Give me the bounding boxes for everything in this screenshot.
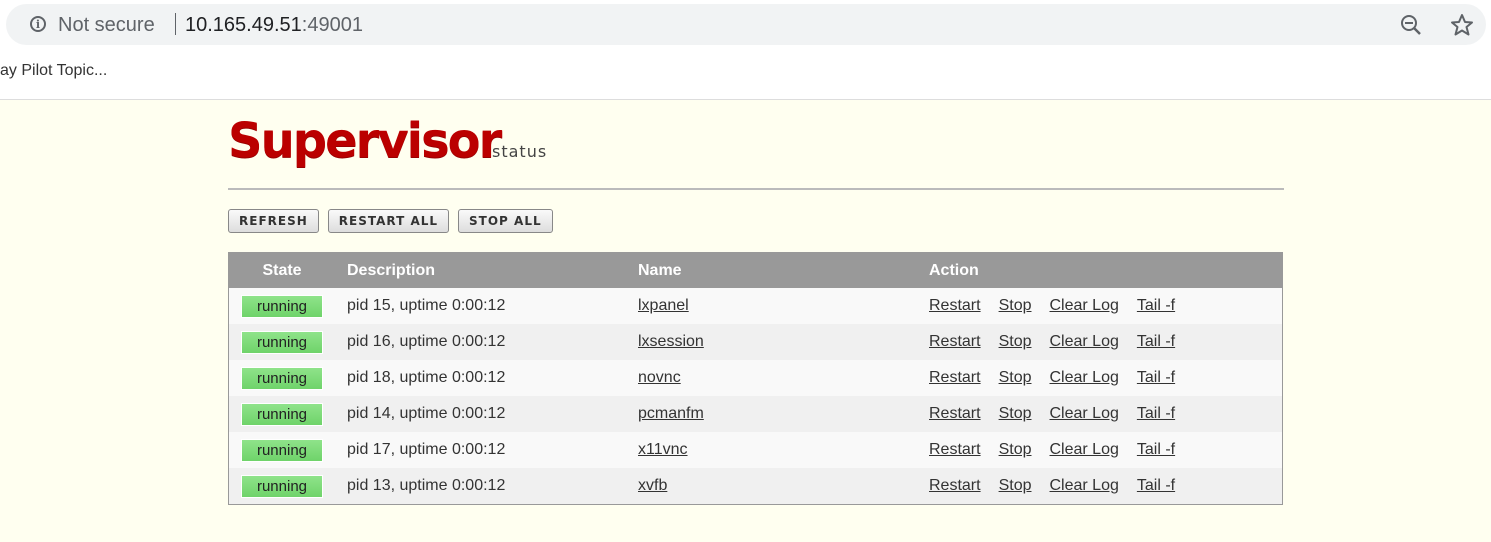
process-name-link[interactable]: x11vnc xyxy=(638,441,688,458)
action-tail-f-link[interactable]: Tail -f xyxy=(1137,369,1175,386)
table-header: State Description Name Action xyxy=(228,252,1283,288)
state-cell: running xyxy=(228,360,335,396)
logo-title: Supervisor xyxy=(228,113,502,169)
divider xyxy=(175,13,176,35)
divider xyxy=(228,188,1284,190)
url-host: 10.165.49.51 xyxy=(185,14,302,36)
security-label: Not secure xyxy=(58,14,155,36)
description-cell: pid 17, uptime 0:00:12 xyxy=(335,432,638,468)
action-tail-f-link[interactable]: Tail -f xyxy=(1137,333,1175,350)
action-cell: Restart Stop Clear Log Tail -f xyxy=(929,396,1283,432)
action-restart-link[interactable]: Restart xyxy=(929,297,981,314)
table-row: running pid 16, uptime 0:00:12 lxsession Re… xyxy=(228,324,1283,360)
description-cell: pid 13, uptime 0:00:12 xyxy=(335,468,638,505)
status-badge: running xyxy=(241,330,323,354)
toolbar: REFRESH RESTART ALL STOP ALL xyxy=(228,209,553,233)
action-tail-f-link[interactable]: Tail -f xyxy=(1137,297,1175,314)
header-name: Name xyxy=(638,252,929,288)
state-cell: running xyxy=(228,288,335,324)
action-tail-f-link[interactable]: Tail -f xyxy=(1137,441,1175,458)
action-restart-link[interactable]: Restart xyxy=(929,405,981,422)
status-badge: running xyxy=(241,402,323,426)
url-port: :49001 xyxy=(301,14,363,36)
action-clear-log-link[interactable]: Clear Log xyxy=(1050,441,1119,458)
action-clear-log-link[interactable]: Clear Log xyxy=(1050,333,1119,350)
table-row: running pid 17, uptime 0:00:12 x11vnc Resta… xyxy=(228,432,1283,468)
logo: Supervisor status xyxy=(228,112,1284,176)
info-icon[interactable]: i xyxy=(30,16,46,32)
stop-all-button[interactable]: STOP ALL xyxy=(458,209,553,233)
action-cell: Restart Stop Clear Log Tail -f xyxy=(929,288,1283,324)
logo-subtitle: status xyxy=(492,142,548,161)
status-badge: running xyxy=(241,474,323,498)
state-cell: running xyxy=(228,324,335,360)
name-cell: lxsession xyxy=(638,324,929,360)
state-cell: running xyxy=(228,432,335,468)
header-description: Description xyxy=(335,252,638,288)
bookmark-item[interactable]: vay Pilot Topic... xyxy=(0,62,107,80)
process-name-link[interactable]: xvfb xyxy=(638,477,667,494)
name-cell: novnc xyxy=(638,360,929,396)
restart-all-button[interactable]: RESTART ALL xyxy=(327,209,450,233)
action-restart-link[interactable]: Restart xyxy=(929,369,981,386)
action-stop-link[interactable]: Stop xyxy=(999,369,1032,386)
action-tail-f-link[interactable]: Tail -f xyxy=(1137,477,1175,494)
process-name-link[interactable]: pcmanfm xyxy=(638,405,704,422)
action-stop-link[interactable]: Stop xyxy=(999,441,1032,458)
description-cell: pid 14, uptime 0:00:12 xyxy=(335,396,638,432)
state-cell: running xyxy=(228,396,335,432)
header-action: Action xyxy=(929,252,1283,288)
action-restart-link[interactable]: Restart xyxy=(929,477,981,494)
table-row: running pid 14, uptime 0:00:12 pcmanfm Rest… xyxy=(228,396,1283,432)
action-stop-link[interactable]: Stop xyxy=(999,405,1032,422)
process-table: State Description Name Action running pid… xyxy=(228,252,1283,505)
action-clear-log-link[interactable]: Clear Log xyxy=(1050,405,1119,422)
action-stop-link[interactable]: Stop xyxy=(999,297,1032,314)
process-name-link[interactable]: novnc xyxy=(638,369,681,386)
description-cell: pid 18, uptime 0:00:12 xyxy=(335,360,638,396)
process-name-link[interactable]: lxpanel xyxy=(638,297,689,314)
process-name-link[interactable]: lxsession xyxy=(638,333,704,350)
action-cell: Restart Stop Clear Log Tail -f xyxy=(929,360,1283,396)
status-badge: running xyxy=(241,438,323,462)
status-badge: running xyxy=(241,294,323,318)
header-state: State xyxy=(228,252,335,288)
action-restart-link[interactable]: Restart xyxy=(929,441,981,458)
refresh-button[interactable]: REFRESH xyxy=(228,209,319,233)
status-badge: running xyxy=(241,366,323,390)
supervisor-page: Supervisor status REFRESH RESTART ALL ST… xyxy=(228,112,1284,505)
action-tail-f-link[interactable]: Tail -f xyxy=(1137,405,1175,422)
description-cell: pid 16, uptime 0:00:12 xyxy=(335,324,638,360)
table-row: running pid 13, uptime 0:00:12 xvfb Restart… xyxy=(228,468,1283,505)
star-icon[interactable] xyxy=(1450,13,1474,37)
table-row: running pid 18, uptime 0:00:12 novnc Restar… xyxy=(228,360,1283,396)
action-restart-link[interactable]: Restart xyxy=(929,333,981,350)
state-cell: running xyxy=(228,468,335,505)
action-clear-log-link[interactable]: Clear Log xyxy=(1050,369,1119,386)
action-cell: Restart Stop Clear Log Tail -f xyxy=(929,324,1283,360)
name-cell: xvfb xyxy=(638,468,929,505)
table-row: running pid 15, uptime 0:00:12 lxpanel Rest… xyxy=(228,288,1283,324)
action-clear-log-link[interactable]: Clear Log xyxy=(1050,477,1119,494)
address-bar[interactable]: i Not secure 10.165.49.51:49001 xyxy=(6,4,1486,45)
action-clear-log-link[interactable]: Clear Log xyxy=(1050,297,1119,314)
url-text[interactable]: 10.165.49.51:49001 xyxy=(185,14,363,37)
name-cell: lxpanel xyxy=(638,288,929,324)
name-cell: pcmanfm xyxy=(638,396,929,432)
name-cell: x11vnc xyxy=(638,432,929,468)
description-cell: pid 15, uptime 0:00:12 xyxy=(335,288,638,324)
zoom-out-icon[interactable] xyxy=(1400,14,1422,36)
action-cell: Restart Stop Clear Log Tail -f xyxy=(929,432,1283,468)
action-stop-link[interactable]: Stop xyxy=(999,333,1032,350)
browser-chrome: i Not secure 10.165.49.51:49001 vay Pilo… xyxy=(0,0,1491,100)
action-cell: Restart Stop Clear Log Tail -f xyxy=(929,468,1283,505)
action-stop-link[interactable]: Stop xyxy=(999,477,1032,494)
